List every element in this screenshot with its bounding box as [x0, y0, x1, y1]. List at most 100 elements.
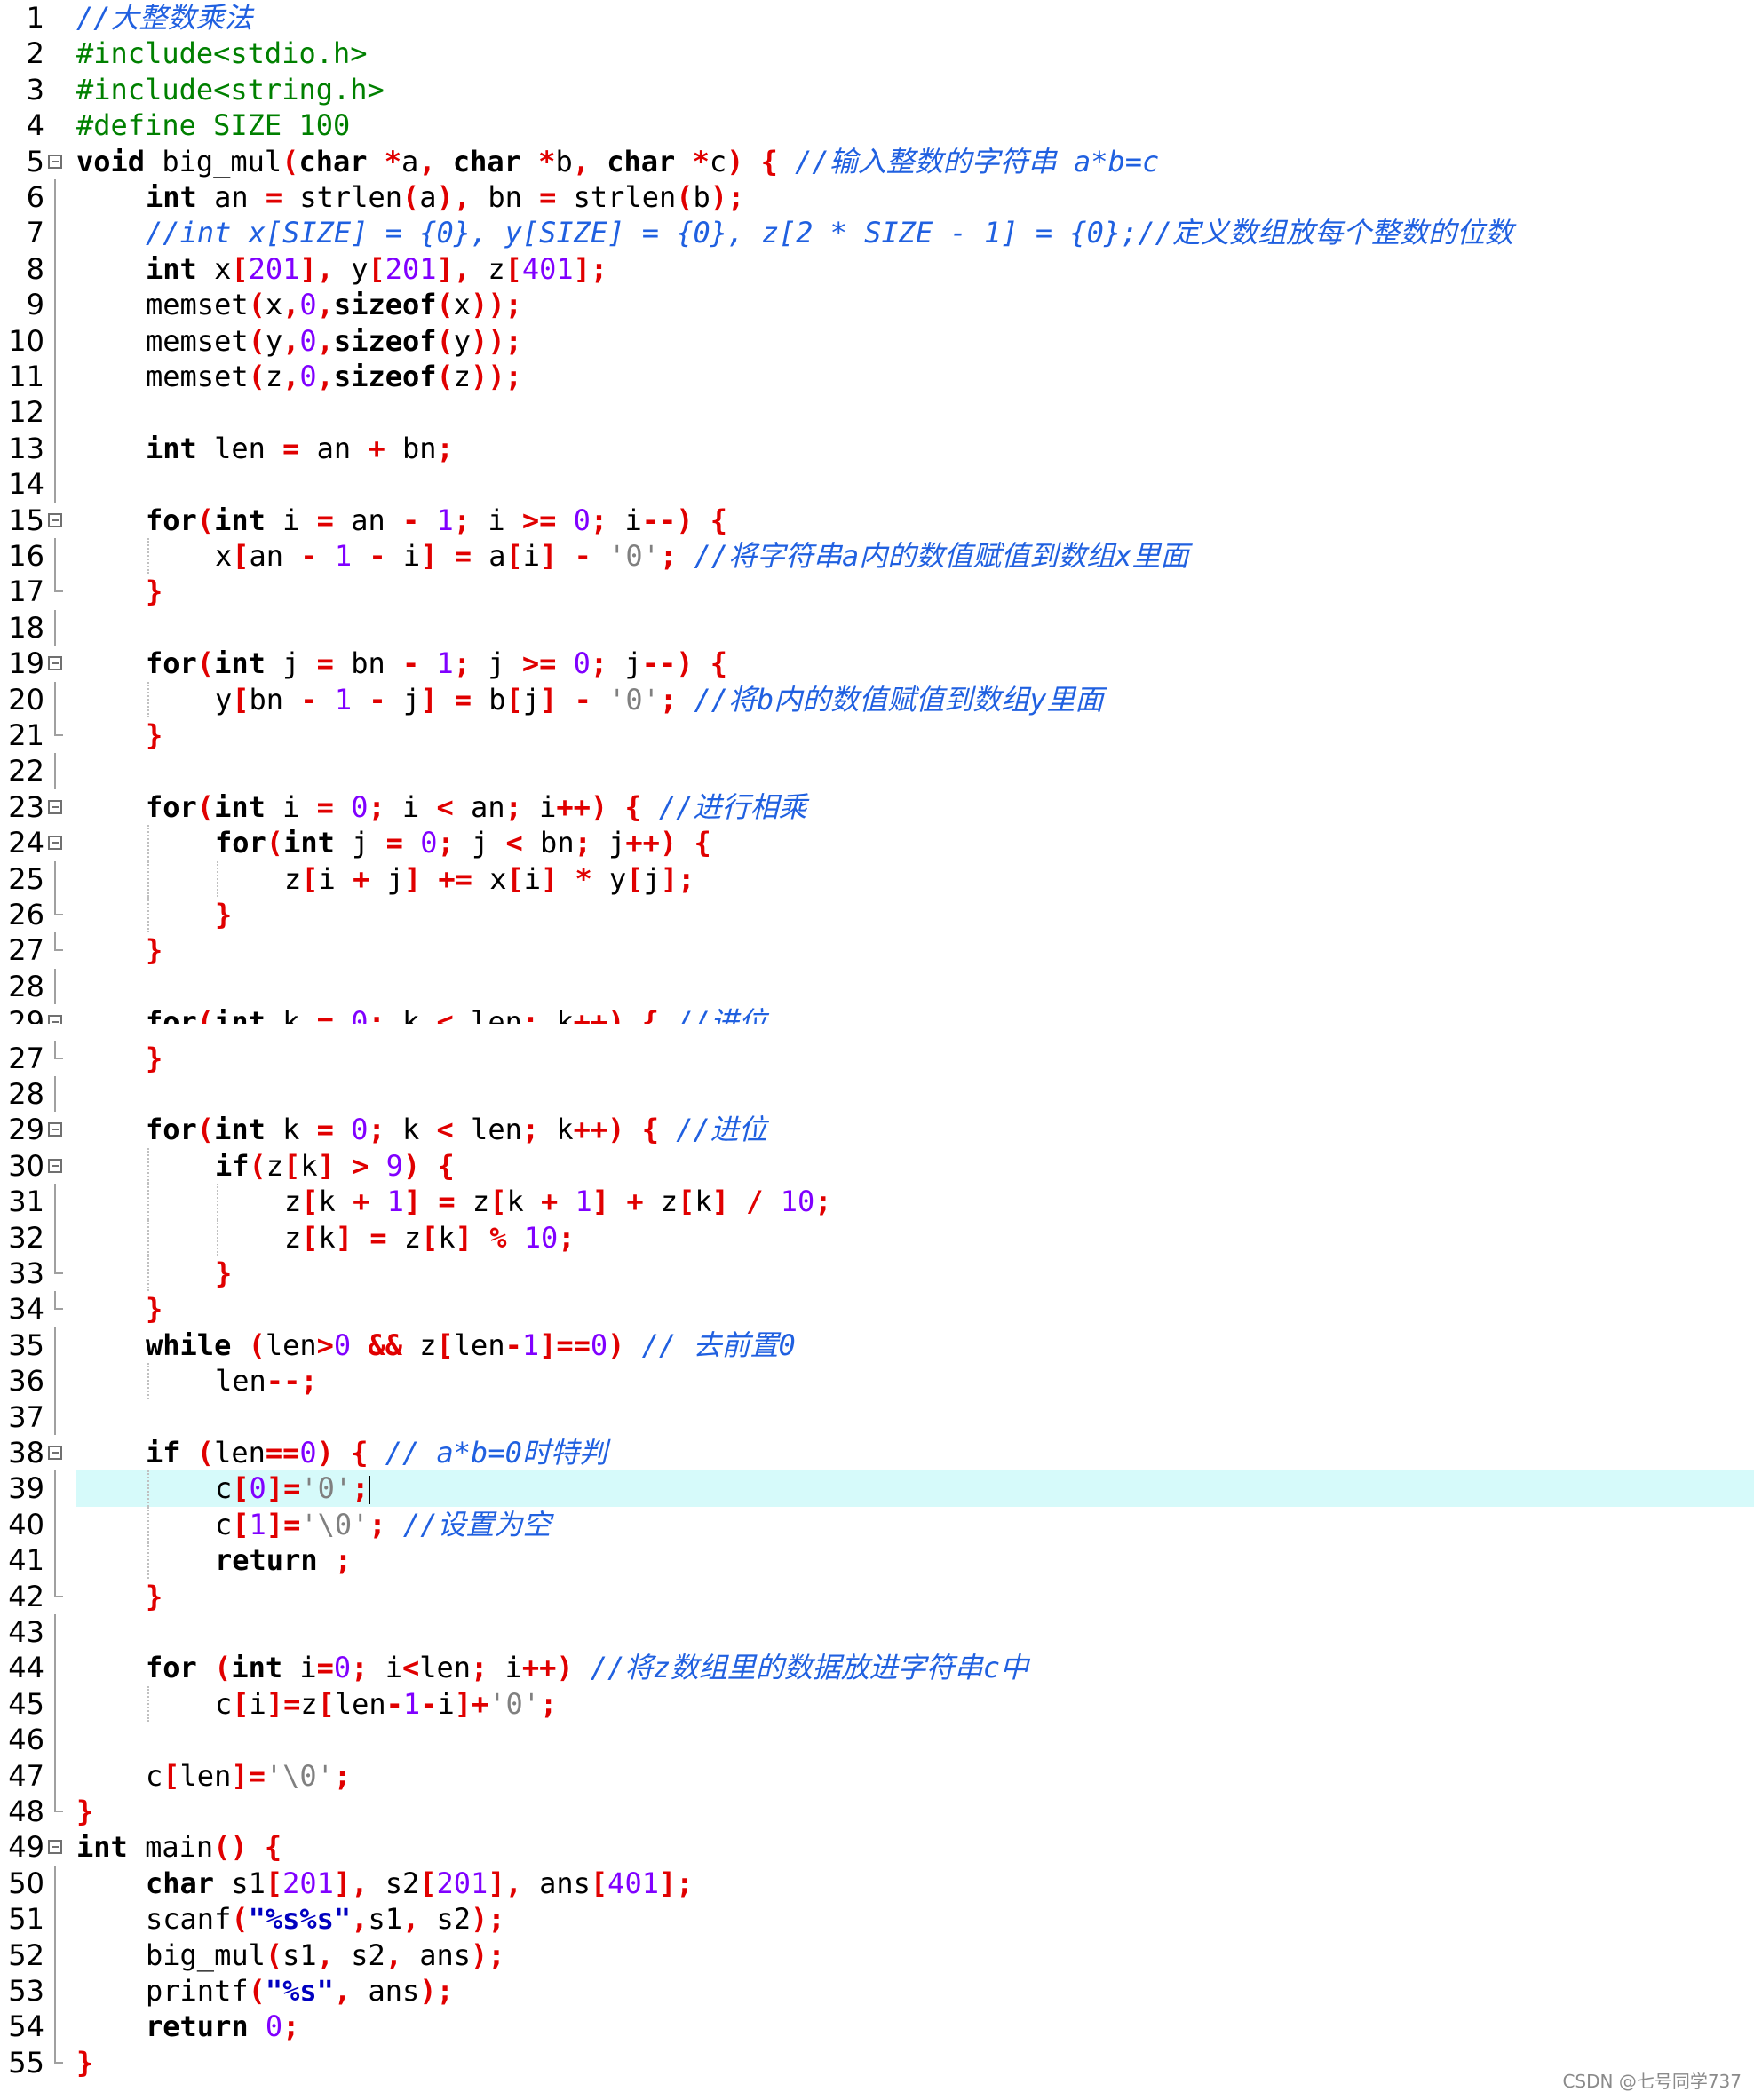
code-line[interactable]: 24 for(int j = 0; j < bn; j++) { [0, 825, 1754, 861]
code-line[interactable]: 45 c[i]=z[len-1-i]+'0'; [0, 1685, 1754, 1723]
fold-toggle-icon[interactable] [48, 1446, 62, 1460]
code-text: printf("%s", ans); [146, 1973, 454, 2009]
code-line[interactable]: 31 z[k + 1] = z[k + 1] + z[k] / 10; [0, 1184, 1754, 1220]
code-line[interactable]: 41 return ; [0, 1542, 1754, 1579]
code-line[interactable]: 8 int x[201], y[201], z[401]; [0, 250, 1754, 288]
code-line[interactable]: 33} [0, 1256, 1754, 1292]
code-token: "%s" [265, 1974, 334, 2008]
code-token: 1 [436, 646, 454, 681]
code-line[interactable]: 7 //int x[SIZE] = {0}, y[SIZE] = {0}, z[2… [0, 215, 1754, 251]
code-line[interactable]: 23 for(int i = 0; i < an; i++) { //进行相乘 [0, 789, 1754, 825]
code-token: )); [471, 288, 522, 322]
code-line[interactable]: 5 void big_mul(char *a, char *b, char *c)… [0, 144, 1754, 179]
code-line[interactable]: 49 int main() { [0, 1829, 1754, 1865]
code-token: char [146, 1866, 215, 1900]
code-token: ++ [625, 826, 660, 860]
code-line[interactable]: 43 [0, 1614, 1754, 1651]
code-line[interactable]: 40 c[1]='\0'; //设置为空 [0, 1506, 1754, 1543]
code-line[interactable]: 19 for(int j = bn - 1; j >= 0; j--) { [0, 646, 1754, 681]
code-line[interactable]: 6 int an = strlen(a), bn = strlen(b); [0, 179, 1754, 216]
code-line[interactable]: 16 x[an - 1 - i] = a[i] - '0'; //将字符串a内的数… [0, 538, 1754, 575]
code-line[interactable]: 30 if(z[k] > 9) { [0, 1147, 1754, 1185]
fold-toggle-icon[interactable] [48, 154, 62, 169]
fold-toggle-icon[interactable] [48, 1840, 62, 1855]
code-line[interactable]: 28 [0, 968, 1754, 1005]
fold-toggle-icon[interactable] [48, 1122, 62, 1137]
code-token: ] [231, 1758, 249, 1793]
code-line[interactable]: 12 [0, 394, 1754, 431]
code-line[interactable]: 9 memset(x,0,sizeof(x)); [0, 287, 1754, 323]
code-line[interactable]: 42} [0, 1578, 1754, 1614]
code-line[interactable]: 25 z[i + j] += x[i] * y[j]; [0, 860, 1754, 897]
code-token: ; [521, 1005, 540, 1025]
code-line[interactable]: 21} [0, 717, 1754, 753]
code-token: ( [196, 1113, 215, 1147]
code-line[interactable]: 37 [0, 1399, 1754, 1435]
code-line[interactable]: 50 char s1[201], s2[201], ans[401]; [0, 1865, 1754, 1902]
code-line[interactable]: 13 int len = an + bn; [0, 430, 1754, 467]
code-token: i [265, 789, 317, 824]
code-text: z[i + j] += x[i] * y[j]; [284, 861, 694, 897]
code-line[interactable]: 36 len--; [0, 1363, 1754, 1399]
line-number: 32 [8, 1220, 44, 1255]
code-line[interactable]: 3 #include<string.h> [0, 72, 1754, 107]
code-line[interactable]: 52 big_mul(s1, s2, ans); [0, 1937, 1754, 1973]
code-line[interactable]: 54 return 0; [0, 2009, 1754, 2045]
code-line[interactable]: 14 [0, 466, 1754, 503]
code-line[interactable]: 51 scanf("%s%s",s1, s2); [0, 1901, 1754, 1938]
code-token: [ [232, 1686, 250, 1721]
code-line[interactable]: 47 c[len]='\0'; [0, 1757, 1754, 1794]
code-line[interactable]: 17} [0, 574, 1754, 609]
code-line[interactable]: 48} [0, 1794, 1754, 1829]
code-line[interactable]: 11 memset(z,0,sizeof(z)); [0, 359, 1754, 395]
code-token: ( [196, 503, 215, 537]
code-token: char [607, 144, 676, 178]
fold-toggle-icon[interactable] [48, 836, 62, 851]
code-line[interactable]: 22 [0, 753, 1754, 789]
code-line[interactable]: 15 for(int i = an - 1; i >= 0; i--) { [0, 503, 1754, 538]
code-line[interactable]: 39 c[0]='0'; [0, 1470, 1754, 1507]
code-line[interactable]: 29 for(int k = 0; k < len; k++) { //进位 [0, 1004, 1754, 1025]
fold-toggle-icon[interactable] [48, 1158, 62, 1173]
code-line[interactable]: 20 y[bn - 1 - j] = b[j] - '0'; //将b内的数值赋值… [0, 681, 1754, 717]
code-line[interactable]: 35 while (len>0 && z[len-1]==0) // 去前置0 [0, 1327, 1754, 1364]
code-line[interactable]: 10 memset(y,0,sizeof(y)); [0, 322, 1754, 359]
code-line[interactable]: 26} [0, 897, 1754, 933]
code-token: ( [248, 1327, 266, 1362]
code-line[interactable]: 2 #include<stdio.h> [0, 36, 1754, 71]
code-line[interactable]: 55} [0, 2044, 1754, 2080]
fold-toggle-icon[interactable] [48, 799, 62, 814]
code-line[interactable]: 38 if (len==0) { // a*b=0时特判 [0, 1435, 1754, 1470]
fold-guide [54, 968, 56, 1005]
code-token: z [401, 1327, 437, 1362]
code-line[interactable]: 1 //大整数乘法 [0, 0, 1754, 36]
fold-toggle-icon[interactable] [48, 656, 62, 671]
code-token: len [453, 1113, 522, 1147]
code-text: for (int i=0; i<len; i++) //将z数组里的数据放进字符… [146, 1650, 1028, 1685]
code-line[interactable]: 53 printf("%s", ans); [0, 1973, 1754, 2009]
code-text: int x[201], y[201], z[401]; [146, 251, 607, 287]
code-line[interactable]: 34} [0, 1291, 1754, 1327]
code-line[interactable]: 46 [0, 1722, 1754, 1758]
code-line[interactable]: 44 for (int i=0; i<len; i++) //将z数组里的数据放进… [0, 1650, 1754, 1686]
code-editor[interactable]: 1 //大整数乘法 2 #include<stdio.h> 3 #include<stri… [0, 0, 1754, 2100]
code-text: c[0]='0'; [215, 1470, 371, 1506]
code-line[interactable]: 28 [0, 1076, 1754, 1113]
fold-toggle-icon[interactable] [48, 1015, 62, 1025]
code-line[interactable]: 18 [0, 609, 1754, 646]
code-token: 201 [282, 1866, 334, 1900]
code-token: ) [556, 1651, 574, 1685]
watermark: CSDN @七号同学737 [1562, 2071, 1742, 2092]
code-line[interactable]: 32 z[k] = z[k] % 10; [0, 1219, 1754, 1256]
code-line[interactable]: 29 for(int k = 0; k < len; k++) { //进位 [0, 1112, 1754, 1147]
code-line[interactable]: 4 #define SIZE 100 [0, 107, 1754, 143]
code-line[interactable]: 27} [0, 932, 1754, 968]
fold-toggle-icon[interactable] [48, 512, 62, 527]
code-token: ans [401, 1938, 472, 1972]
code-token: ans [351, 1974, 420, 2008]
code-line[interactable]: 27} [0, 1040, 1754, 1076]
code-text: c[len]='\0'; [146, 1758, 351, 1794]
code-token: char [452, 144, 521, 178]
